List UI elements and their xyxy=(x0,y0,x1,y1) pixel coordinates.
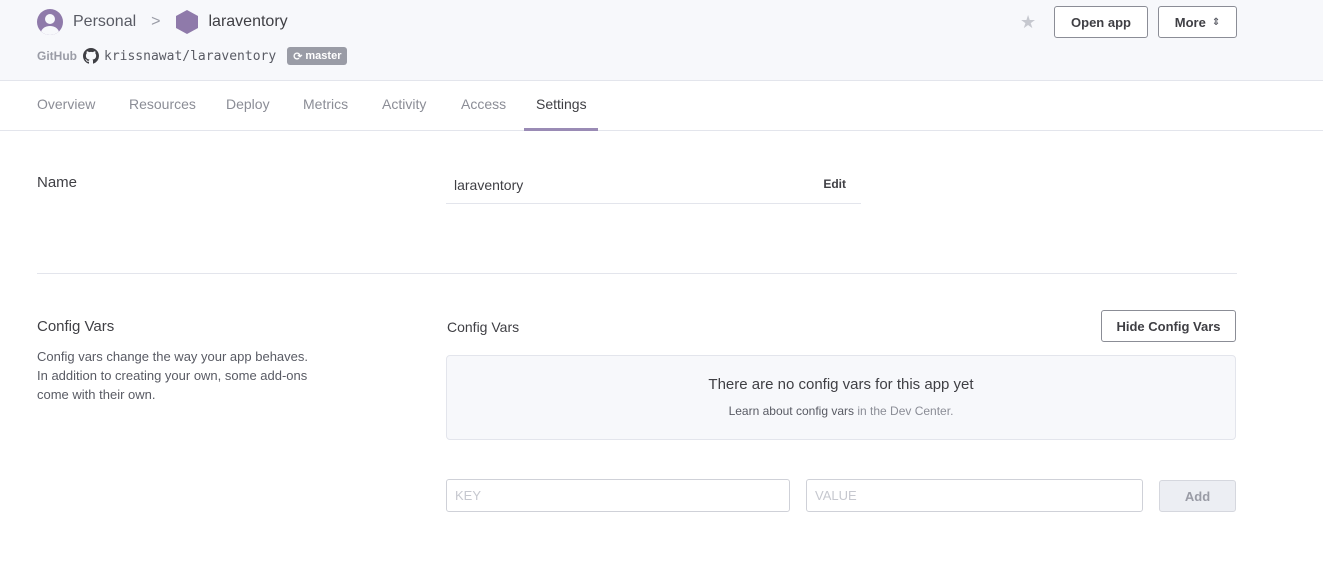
tab-deploy[interactable]: Deploy xyxy=(226,81,270,131)
star-icon[interactable]: ★ xyxy=(1020,12,1036,33)
config-vars-description: Config vars change the way your app beha… xyxy=(37,349,309,402)
app-tabs: Overview Resources Deploy Metrics Activi… xyxy=(0,81,1323,131)
tab-resources[interactable]: Resources xyxy=(129,81,196,131)
repo-name-link[interactable]: krissnawat/laraventory xyxy=(104,49,276,64)
name-section-label: Name xyxy=(37,174,78,191)
config-vars-section-title: Config Vars xyxy=(37,318,115,335)
tab-overview[interactable]: Overview xyxy=(37,81,95,131)
breadcrumb: Personal > laraventory xyxy=(37,9,288,35)
repo-info: GitHub krissnawat/laraventory ⟳ master xyxy=(37,46,348,66)
config-vars-empty-state: There are no config vars for this app ye… xyxy=(446,355,1236,440)
open-app-label: Open app xyxy=(1071,14,1131,30)
open-app-button[interactable]: Open app xyxy=(1054,6,1148,38)
add-config-var-button[interactable]: Add xyxy=(1159,480,1236,512)
add-label: Add xyxy=(1184,488,1211,504)
breadcrumb-separator: > xyxy=(151,13,161,30)
tab-settings[interactable]: Settings xyxy=(536,81,587,131)
more-label: More xyxy=(1174,14,1206,30)
more-button[interactable]: More ⇕ xyxy=(1158,6,1237,38)
hide-config-vars-button[interactable]: Hide Config Vars xyxy=(1101,310,1236,342)
breadcrumb-app-name[interactable]: laraventory xyxy=(209,13,288,31)
hide-config-vars-label: Hide Config Vars xyxy=(1116,318,1221,334)
config-key-input[interactable] xyxy=(446,479,790,512)
edit-name-button[interactable]: Edit xyxy=(823,177,846,191)
github-label: GitHub xyxy=(37,49,77,63)
branch-badge: ⟳ master xyxy=(287,47,348,65)
personal-avatar-icon[interactable] xyxy=(37,9,63,35)
sync-icon: ⟳ xyxy=(293,50,303,63)
empty-state-title: There are no config vars for this app ye… xyxy=(708,376,974,393)
tab-metrics[interactable]: Metrics xyxy=(303,81,348,131)
app-name-value: laraventory xyxy=(454,177,524,193)
config-vars-heading: Config Vars xyxy=(447,319,520,335)
dev-center-text: in the Dev Center. xyxy=(857,404,954,418)
learn-config-vars-link[interactable]: Learn about config vars xyxy=(729,404,854,418)
breadcrumb-personal-link[interactable]: Personal xyxy=(73,13,136,31)
app-name-field: laraventory Edit xyxy=(446,168,861,204)
branch-name: master xyxy=(305,50,342,62)
section-divider xyxy=(37,273,1237,274)
up-down-chevron-icon: ⇕ xyxy=(1211,16,1221,28)
active-tab-indicator xyxy=(524,128,598,131)
tab-activity[interactable]: Activity xyxy=(382,81,426,131)
config-value-input[interactable] xyxy=(806,479,1143,512)
github-icon xyxy=(83,48,99,64)
app-header: Personal > laraventory GitHub krissnawat… xyxy=(0,0,1323,81)
empty-state-subtitle: Learn about config vars in the Dev Cente… xyxy=(447,404,1235,418)
tab-access[interactable]: Access xyxy=(461,81,506,131)
app-hexagon-icon xyxy=(175,10,198,34)
